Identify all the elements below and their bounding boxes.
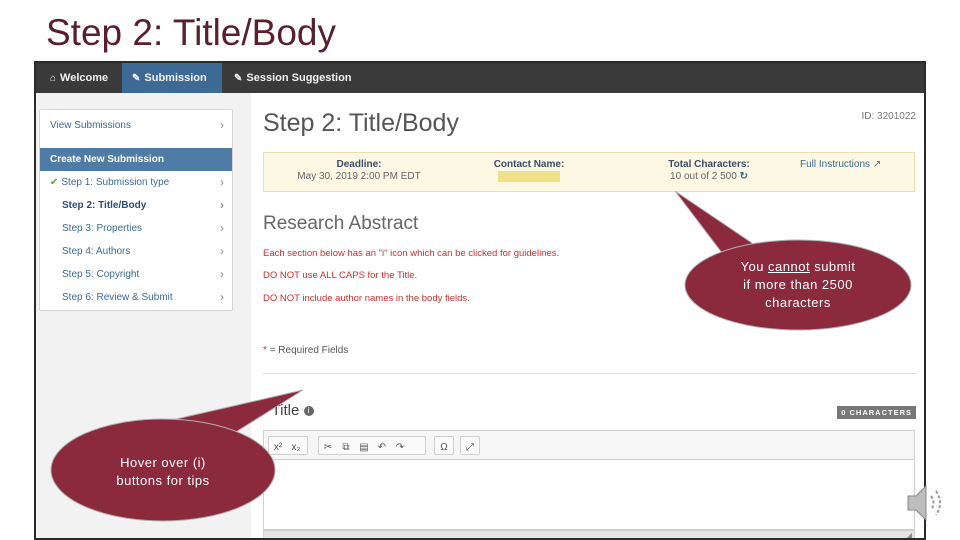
contact-block: Contact Name:: [484, 159, 574, 185]
title-field-label: * Title i: [263, 402, 314, 419]
paste-icon[interactable]: ▤: [355, 439, 373, 456]
chars-label: Total Characters:: [668, 159, 750, 170]
pencil-icon: ✎: [234, 73, 243, 84]
info-icon[interactable]: i: [303, 406, 314, 417]
tab-welcome[interactable]: ⌂ Welcome: [40, 63, 118, 93]
top-navbar: ⌂ Welcome ✎ Submission ✎ Session Suggestion: [36, 63, 924, 93]
main-content: ID: 3201022 Step 2: Title/Body Deadline:…: [251, 93, 924, 538]
sidebar-item-step-2[interactable]: Step 2: Title/Body ›: [40, 194, 232, 217]
external-link-icon: ↗: [872, 159, 882, 170]
home-icon: ⌂: [50, 73, 57, 84]
check-icon: ✔: [50, 177, 59, 188]
tab-session-suggestion[interactable]: ✎ Session Suggestion: [224, 63, 362, 93]
contact-value-redacted: [498, 171, 560, 182]
chevron-right-icon: ›: [220, 244, 224, 258]
sidebar-item-step-3[interactable]: Step 3: Properties ›: [40, 217, 232, 240]
subscript-icon[interactable]: x₂: [287, 439, 305, 456]
pencil-icon: ✎: [132, 73, 141, 84]
callout-characters-text: You cannot submit if more than 2500 char…: [740, 259, 856, 310]
toolbar-group-clipboard: ✂ ⧉ ▤ ↶ ↷: [318, 436, 426, 455]
chevron-right-icon: ›: [220, 221, 224, 235]
guideline-note: DO NOT use ALL CAPS for the Title.: [263, 270, 418, 281]
full-instructions-link[interactable]: Full Instructions ↗: [800, 159, 881, 170]
slide-title: Step 2: Title/Body: [46, 12, 337, 53]
chevron-right-icon: ›: [220, 198, 224, 212]
toolbar-group-script: x² x₂: [268, 436, 308, 455]
chars-value: 10 out of 2 500: [670, 171, 737, 182]
page-title: Step 2: Title/Body: [263, 109, 459, 137]
title-editor[interactable]: [263, 460, 915, 530]
speaker-icon[interactable]: [900, 478, 950, 528]
redo-icon[interactable]: ↷: [391, 439, 409, 456]
submission-sidebar: View Submissions › Create New Submission…: [39, 109, 233, 311]
maximize-icon[interactable]: ⤢: [461, 439, 479, 456]
toolbar-group-maximize: ⤢: [460, 436, 480, 455]
guideline-note: Each section below has an "i" icon which…: [263, 248, 560, 259]
divider: [263, 373, 915, 374]
refresh-icon[interactable]: ↻: [740, 171, 748, 182]
callout-hover-tips-text: Hover over (i) buttons for tips: [116, 455, 210, 488]
deadline-value: May 30, 2019 2:00 PM EDT: [297, 171, 421, 182]
deadline-info-box: Deadline: May 30, 2019 2:00 PM EDT Conta…: [263, 152, 915, 192]
sidebar-item-step-6[interactable]: Step 6: Review & Submit ›: [40, 286, 232, 309]
copy-icon[interactable]: ⧉: [337, 439, 355, 456]
omega-icon[interactable]: Ω: [435, 439, 453, 456]
contact-label: Contact Name:: [493, 159, 565, 170]
chevron-right-icon: ›: [220, 290, 224, 304]
superscript-icon[interactable]: x²: [269, 439, 287, 456]
required-fields-note: * = Required Fields: [263, 345, 349, 356]
sidebar-item-step-1[interactable]: ✔ Step 1: Submission type ›: [40, 171, 232, 194]
chevron-right-icon: ›: [220, 175, 224, 189]
deadline-block: Deadline: May 30, 2019 2:00 PM EDT: [274, 159, 444, 182]
sidebar-header-create: Create New Submission: [40, 148, 232, 171]
editor-footer: ◢: [263, 530, 915, 538]
guideline-note: DO NOT include author names in the body …: [263, 293, 470, 304]
resize-handle-icon[interactable]: ◢: [906, 531, 912, 538]
tab-submission[interactable]: ✎ Submission: [122, 63, 222, 93]
sidebar-item-step-4[interactable]: Step 4: Authors ›: [40, 240, 232, 263]
sidebar-item-step-5[interactable]: Step 5: Copyright ›: [40, 263, 232, 286]
chars-block: Total Characters: 10 out of 2 500 ↻: [659, 159, 759, 182]
chevron-right-icon: ›: [220, 267, 224, 281]
chevron-right-icon: ›: [220, 118, 224, 132]
character-count-badge: 0 CHARACTERS: [837, 406, 916, 419]
cut-icon[interactable]: ✂: [319, 439, 337, 456]
sidebar-item-view-submissions[interactable]: View Submissions ›: [40, 114, 232, 137]
undo-icon[interactable]: ↶: [373, 439, 391, 456]
section-heading: Research Abstract: [263, 213, 419, 234]
deadline-label: Deadline:: [336, 159, 382, 170]
editor-toolbar: x² x₂ ✂ ⧉ ▤ ↶ ↷ Ω ⤢: [263, 430, 915, 460]
submission-id: ID: 3201022: [861, 111, 917, 122]
toolbar-group-special: Ω: [434, 436, 454, 455]
